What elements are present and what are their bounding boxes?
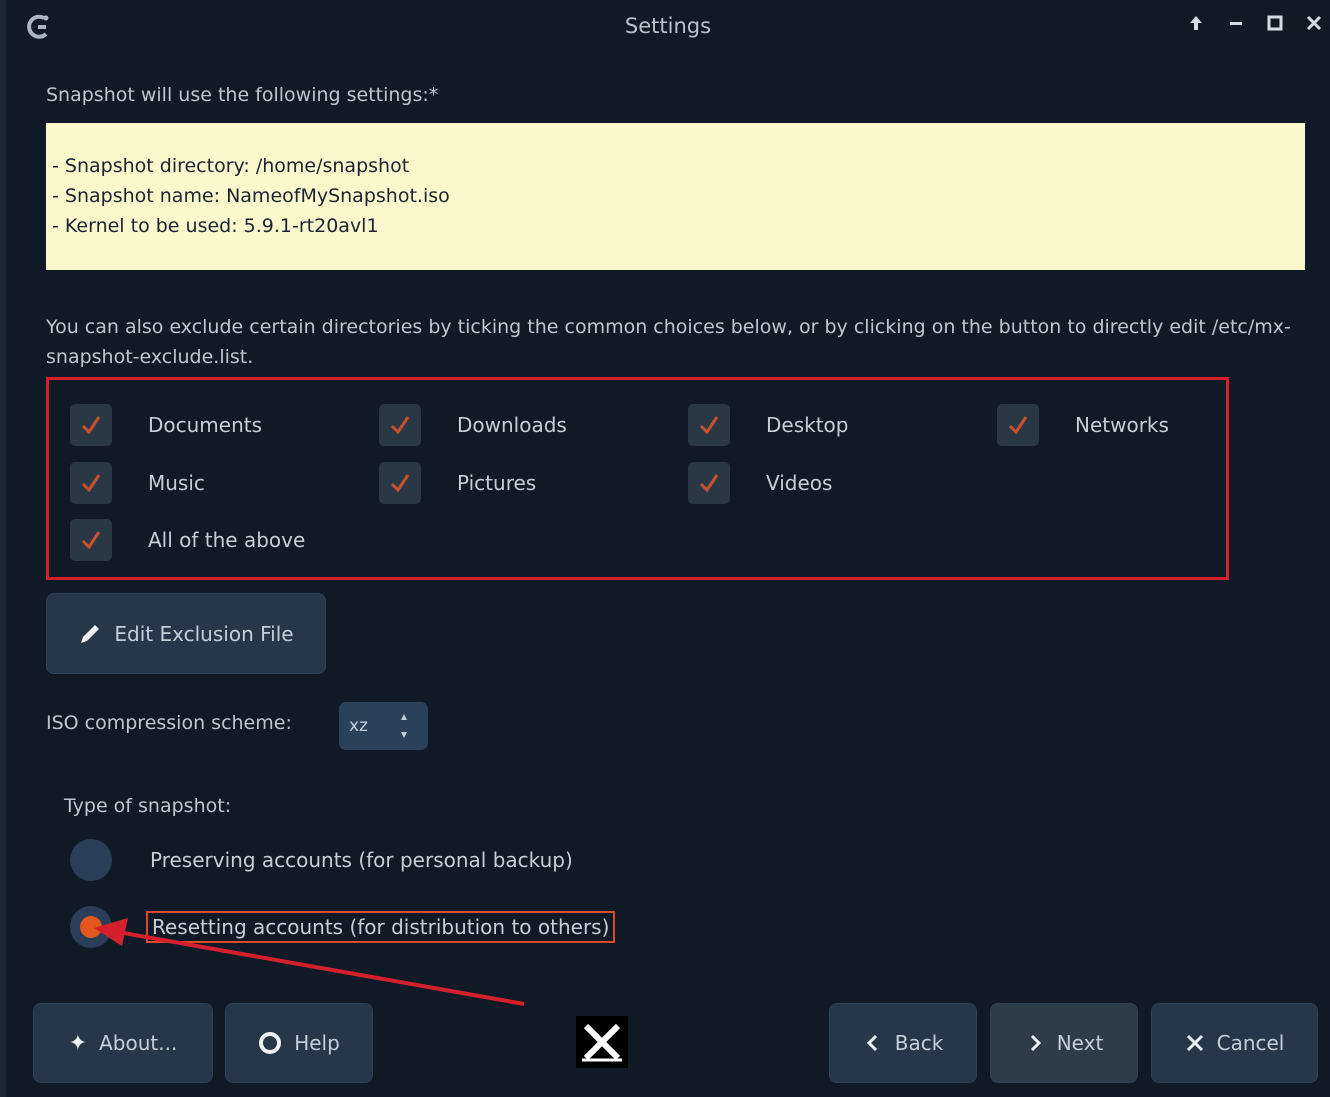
title-bar: Settings — [6, 0, 1330, 56]
radio-resetting-accounts[interactable]: Resetting accounts (for distribution to … — [70, 906, 616, 948]
checkbox-label: Music — [148, 471, 205, 495]
lifebuoy-icon — [259, 1032, 282, 1054]
keep-above-button[interactable] — [1185, 14, 1207, 36]
window-title: Settings — [624, 14, 712, 38]
mx-logo — [576, 1016, 628, 1068]
radio-indicator — [70, 839, 112, 881]
checkbox-label: Pictures — [457, 471, 537, 495]
checkbox-pictures[interactable]: Pictures — [379, 462, 536, 504]
x-icon — [1186, 1034, 1203, 1052]
about-button[interactable]: ✦ About... — [33, 1003, 213, 1083]
checkmark-icon — [997, 404, 1039, 446]
checkbox-label: Networks — [1075, 413, 1169, 437]
exclude-description: You can also exclude certain directories… — [46, 316, 1291, 368]
next-button[interactable]: Next — [990, 1003, 1138, 1083]
checkbox-videos[interactable]: Videos — [688, 462, 832, 504]
about-label: About... — [99, 1031, 178, 1055]
checkbox-label: Videos — [766, 471, 833, 495]
checkbox-label: Desktop — [766, 413, 849, 437]
checkmark-icon — [688, 404, 730, 446]
snapshot-name-line: - Snapshot name: NameofMySnapshot.iso — [52, 185, 450, 207]
checkmark-icon — [70, 404, 112, 446]
help-button[interactable]: Help — [225, 1003, 373, 1083]
sparkle-icon: ✦ — [68, 1030, 88, 1056]
checkbox-downloads[interactable]: Downloads — [379, 404, 567, 446]
settings-window: Settings Snapshot will use the following… — [0, 0, 1330, 1097]
cancel-button[interactable]: Cancel — [1151, 1003, 1318, 1083]
chevron-right-icon — [1030, 1034, 1041, 1052]
checkbox-documents[interactable]: Documents — [70, 404, 262, 446]
spin-arrows-icon — [401, 714, 407, 738]
checkbox-label: Documents — [148, 413, 263, 437]
snapshot-type-label: Type of snapshot: — [64, 795, 232, 817]
radio-label: Resetting accounts (for distribution to … — [145, 911, 616, 943]
settings-summary: - Snapshot directory: /home/snapshot - S… — [46, 123, 1305, 270]
radio-indicator — [70, 906, 112, 948]
edit-exclusion-file-button[interactable]: Edit Exclusion File — [46, 593, 326, 674]
radio-preserving-accounts[interactable]: Preserving accounts (for personal backup… — [70, 839, 573, 881]
chevron-left-icon — [866, 1034, 877, 1052]
arrow-up-icon — [1190, 16, 1202, 30]
checkmark-icon — [688, 462, 730, 504]
next-label: Next — [1056, 1031, 1104, 1055]
minimize-icon — [1230, 22, 1242, 25]
cancel-label: Cancel — [1216, 1031, 1285, 1055]
minimize-button[interactable] — [1225, 14, 1247, 36]
iso-compression-label: ISO compression scheme: — [46, 712, 292, 734]
snapshot-directory-line: - Snapshot directory: /home/snapshot — [52, 155, 410, 177]
iso-compression-value: xz — [349, 716, 368, 736]
checkbox-music[interactable]: Music — [70, 462, 205, 504]
checkbox-networks[interactable]: Networks — [997, 404, 1169, 446]
back-label: Back — [894, 1031, 944, 1055]
intro-text: Snapshot will use the following settings… — [46, 84, 439, 106]
checkmark-icon — [70, 519, 112, 561]
close-icon — [1306, 15, 1322, 31]
checkmark-icon — [70, 462, 112, 504]
checkbox-label: All of the above — [148, 528, 306, 552]
back-button[interactable]: Back — [829, 1003, 977, 1083]
close-button[interactable] — [1303, 14, 1325, 36]
checkbox-all-of-the-above[interactable]: All of the above — [70, 519, 305, 561]
help-label: Help — [294, 1031, 340, 1055]
checkbox-desktop[interactable]: Desktop — [688, 404, 848, 446]
pencil-icon — [81, 624, 100, 643]
checkmark-icon — [379, 462, 421, 504]
maximize-icon — [1267, 15, 1283, 31]
radio-label: Preserving accounts (for personal backup… — [150, 848, 573, 872]
maximize-button[interactable] — [1264, 14, 1286, 36]
kernel-line: - Kernel to be used: 5.9.1-rt20avl1 — [52, 215, 379, 237]
iso-compression-select[interactable]: xz — [339, 702, 428, 750]
checkmark-icon — [379, 404, 421, 446]
checkbox-label: Downloads — [457, 413, 567, 437]
edit-exclusion-file-label: Edit Exclusion File — [114, 621, 294, 646]
